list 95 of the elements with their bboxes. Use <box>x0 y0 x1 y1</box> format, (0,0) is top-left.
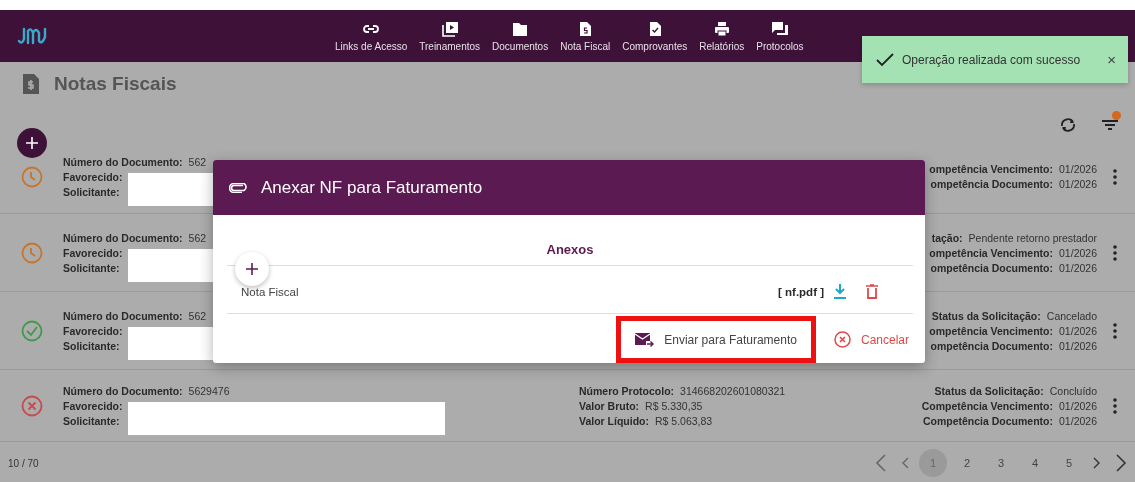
field-value: 01/2026 <box>1059 399 1097 412</box>
attachment-label: Nota Fiscal <box>241 285 299 298</box>
folder-icon <box>511 20 530 37</box>
field-label: Competência Vencimento: <box>921 399 1054 412</box>
field-value: 314668202601080321 <box>680 384 786 397</box>
field-label: Solicitante: <box>63 261 120 274</box>
next-page-icon[interactable] <box>1093 457 1101 469</box>
field-value: R$ 5.330,35 <box>645 399 703 412</box>
field-value: R$ 5.063,83 <box>655 414 713 427</box>
nav-link[interactable]: Comprovantes <box>622 20 688 52</box>
field-value: 562 <box>188 155 207 168</box>
video-icon <box>440 20 459 37</box>
field-label: ompetência Documento: <box>930 339 1054 352</box>
field-label: ompetência Vencimento: <box>929 246 1054 259</box>
record-count: 10 / 70 <box>8 457 39 469</box>
field-label: tação: <box>931 231 963 244</box>
field-label: Competência Documento: <box>922 414 1054 427</box>
field-value: Concluído <box>1049 384 1097 397</box>
field-value: 01/2026 <box>1059 261 1097 274</box>
toast-message: Operação realizada com sucesso <box>902 52 1081 67</box>
plus-icon <box>246 263 258 275</box>
send-button[interactable]: Enviar para Faturamento <box>631 324 801 355</box>
page-button[interactable]: 2 <box>953 449 981 477</box>
field-label: Favorecido: <box>63 170 123 183</box>
field-label: Número do Documento: <box>63 155 183 168</box>
file-name[interactable]: [ nf.pdf ] <box>778 285 824 298</box>
field-label: ompetência Vencimento: <box>929 324 1054 337</box>
paperclip-icon <box>229 182 249 193</box>
section-heading: Anexos <box>545 241 595 259</box>
add-button[interactable] <box>17 128 47 158</box>
field-label: Solicitante: <box>63 185 120 198</box>
field-value: 01/2026 <box>1059 178 1097 190</box>
nav-link[interactable]: Relatórios <box>699 20 745 52</box>
field-label: Favorecido: <box>63 324 123 337</box>
nav-link[interactable]: Documentos <box>492 20 549 52</box>
check-icon <box>876 52 894 67</box>
cancel-button[interactable]: Cancelar <box>829 324 913 355</box>
field-label: Favorecido: <box>63 399 123 412</box>
close-circle-icon <box>833 331 851 348</box>
field-value: 01/2026 <box>1059 414 1097 427</box>
field-value: 01/2026 <box>1059 246 1097 259</box>
field-label: Status da Solicitação: <box>934 384 1044 397</box>
field-label: Número do Documento: <box>63 309 183 322</box>
filter-badge <box>1112 111 1121 120</box>
page-button[interactable]: 3 <box>987 449 1015 477</box>
nav-link[interactable]: Treinamentos <box>419 20 481 52</box>
last-page-icon[interactable] <box>1115 454 1127 472</box>
field-label: Solicitante: <box>63 339 120 352</box>
invoice-icon <box>22 73 40 95</box>
field-value: Cancelado <box>1046 309 1097 322</box>
nav-link[interactable]: Nota Fiscal <box>560 20 611 52</box>
add-attachment-button[interactable] <box>235 252 269 286</box>
page-title: Notas Fiscais <box>54 73 177 95</box>
field-value: 01/2026 <box>1059 339 1097 352</box>
field-value: 562 <box>188 309 207 322</box>
download-icon[interactable] <box>834 284 846 299</box>
field-label: Número do Documento: <box>63 384 183 397</box>
field-value: 5629476 <box>188 384 230 397</box>
plus-icon <box>26 137 38 149</box>
trash-icon[interactable] <box>866 284 878 299</box>
field-label: Solicitante: <box>63 414 120 427</box>
approved-status-icon <box>21 319 43 342</box>
more-icon[interactable] <box>1113 244 1117 261</box>
field-value: Pendente retorno prestador <box>968 231 1097 244</box>
nav-link[interactable]: Protocolos <box>756 20 804 52</box>
pending-status-icon <box>21 165 43 188</box>
field-label: Favorecido: <box>63 246 123 259</box>
field-label: ompetência Documento: <box>930 261 1054 274</box>
printer-icon <box>712 20 731 37</box>
field-label: Valor Líquido: <box>579 414 649 427</box>
cancelled-status-icon <box>21 394 43 417</box>
nav-link[interactable]: Links de Acesso <box>335 20 408 52</box>
chat-icon <box>770 20 789 37</box>
more-icon[interactable] <box>1113 322 1117 339</box>
close-button[interactable]: × <box>1105 51 1118 68</box>
more-icon[interactable] <box>1113 397 1117 414</box>
field-value: 562 <box>188 231 207 244</box>
field-value: 01/2026 <box>1059 163 1097 175</box>
pending-status-icon <box>21 241 43 264</box>
first-page-icon[interactable] <box>875 454 887 472</box>
previous-page-icon[interactable] <box>901 457 909 469</box>
field-label: Status da Solicitação: <box>931 309 1041 322</box>
refresh-icon[interactable] <box>1059 117 1077 133</box>
mail-send-icon <box>635 332 655 347</box>
field-label: Número Protocolo: <box>579 384 675 397</box>
page-button[interactable]: 4 <box>1021 449 1049 477</box>
field-label: ompetência Documento: <box>930 178 1054 190</box>
field-label: Número do Documento: <box>63 231 183 244</box>
field-value: 01/2026 <box>1059 324 1097 337</box>
filter-icon[interactable] <box>1101 118 1119 132</box>
page-button[interactable]: 5 <box>1055 449 1083 477</box>
field-label: Valor Bruto: <box>579 399 640 412</box>
more-icon[interactable] <box>1113 168 1117 185</box>
field-label: ompetência Vencimento: <box>929 163 1054 175</box>
dialog-title: Anexar NF para Faturamento <box>261 177 483 198</box>
